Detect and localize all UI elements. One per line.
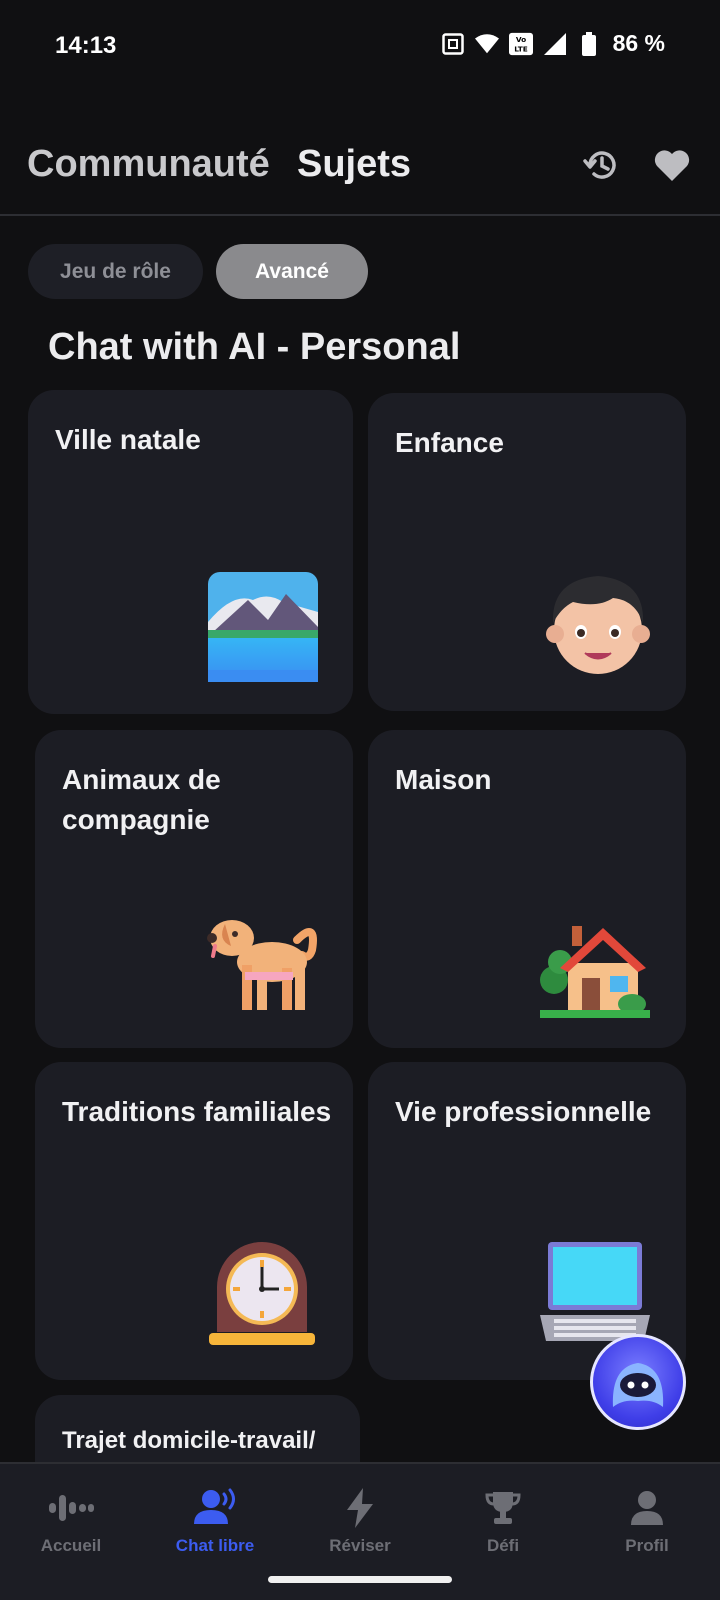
status-time: 14:13 — [55, 32, 117, 59]
nav-challenge[interactable]: Défi — [443, 1486, 563, 1556]
topic-card-family-traditions[interactable]: Traditions familiales — [35, 1062, 353, 1380]
card-title: Maison — [395, 764, 492, 795]
tab-community[interactable]: Communauté — [27, 143, 270, 186]
nav-home[interactable]: Accueil — [11, 1486, 131, 1556]
header-divider — [0, 214, 720, 216]
volte-icon: Vo LTE — [508, 32, 533, 56]
nav-profile[interactable]: Profil — [587, 1486, 707, 1556]
svg-text:Vo: Vo — [515, 35, 525, 44]
topic-card-childhood[interactable]: Enfance — [368, 393, 686, 711]
nav-free-chat[interactable]: Chat libre — [155, 1486, 275, 1556]
status-icons: Vo LTE 86 % — [441, 30, 665, 57]
mountain-lake-icon — [208, 572, 318, 682]
card-title: Ville natale — [55, 424, 201, 455]
topic-card-house[interactable]: Maison — [368, 730, 686, 1048]
battery-percent: 86 % — [612, 30, 665, 56]
house-icon — [540, 926, 650, 1018]
person-icon — [631, 1491, 663, 1525]
topic-card-professional-life[interactable]: Vie professionnelle — [368, 1062, 686, 1380]
topic-card-pets[interactable]: Animaux de compagnie — [35, 730, 353, 1048]
card-title: Enfance — [395, 427, 504, 458]
heart-icon — [654, 150, 690, 181]
card-title: Trajet domicile-travail/ — [62, 1427, 316, 1454]
bot-icon — [612, 1363, 664, 1407]
status-bar: 14:13 Vo LTE 86 % — [0, 0, 720, 90]
chip-roleplay[interactable]: Jeu de rôle — [28, 244, 203, 299]
nav-label: Chat libre — [175, 1536, 255, 1555]
card-title: Vie professionnelle — [395, 1096, 652, 1127]
section-title: Chat with AI - Personal — [48, 326, 461, 368]
boy-face-icon — [546, 576, 650, 674]
signal-icon — [543, 32, 567, 56]
laptop-icon — [540, 1242, 650, 1341]
nav-label: Profil — [625, 1536, 669, 1555]
chat-speaker-icon — [194, 1488, 235, 1524]
tab-topics[interactable]: Sujets — [297, 143, 411, 186]
nav-review[interactable]: Réviser — [300, 1486, 420, 1556]
card-title: Animaux de compagnie — [62, 764, 221, 835]
dog-icon — [207, 920, 317, 1010]
battery-icon — [577, 31, 601, 56]
nav-label: Réviser — [329, 1536, 391, 1555]
home-indicator[interactable] — [268, 1576, 452, 1583]
lightning-icon — [347, 1488, 373, 1528]
ai-assistant-button[interactable] — [590, 1334, 686, 1430]
trophy-icon — [485, 1492, 521, 1524]
nav-label: Défi — [486, 1536, 520, 1555]
nav-label: Accueil — [40, 1536, 102, 1555]
history-button[interactable] — [580, 143, 624, 187]
chip-advanced[interactable]: Avancé — [216, 244, 368, 299]
history-icon — [583, 151, 616, 179]
wifi-icon — [474, 32, 499, 56]
mantel-clock-icon — [209, 1242, 315, 1345]
favorites-button[interactable] — [650, 143, 694, 187]
nfc-icon — [441, 32, 465, 56]
svg-text:LTE: LTE — [514, 44, 528, 53]
card-title: Traditions familiales — [62, 1096, 332, 1127]
top-header: Communauté Sujets — [0, 135, 720, 215]
topic-card-hometown[interactable]: Ville natale — [28, 390, 353, 714]
voice-wave-icon — [49, 1495, 94, 1521]
